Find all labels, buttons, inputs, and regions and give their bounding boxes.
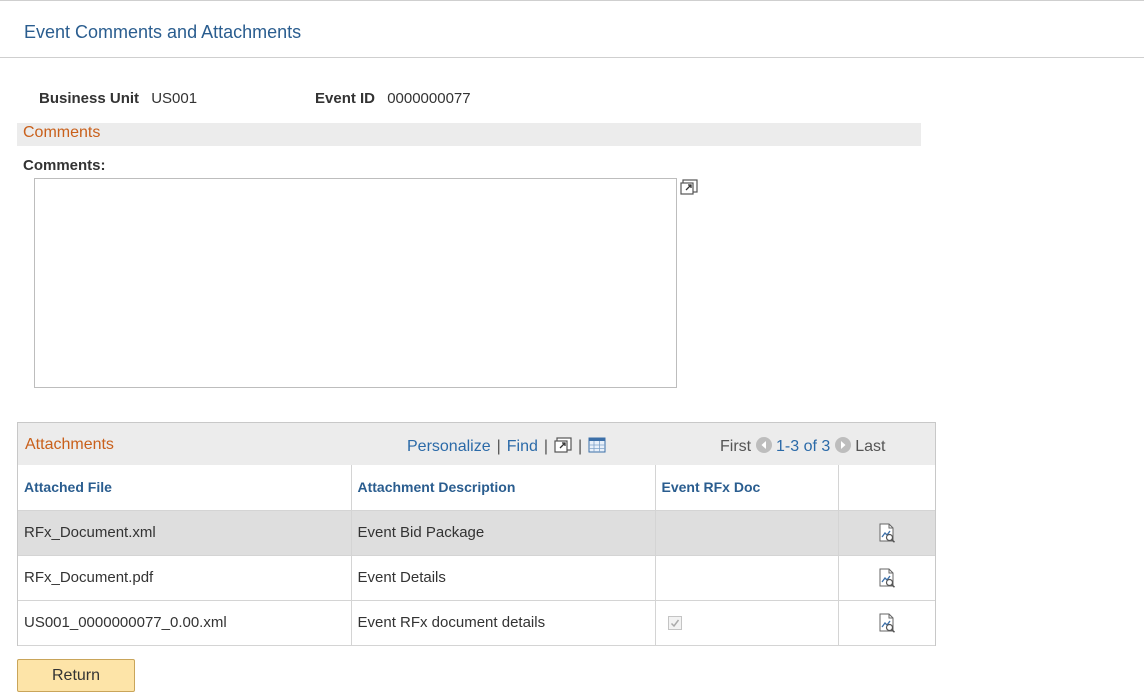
- comments-label: Comments:: [23, 157, 106, 174]
- view-attachment-cell: [838, 555, 935, 601]
- comments-section-title: Comments: [23, 124, 101, 141]
- next-icon[interactable]: [834, 437, 851, 453]
- event-id-label: Event ID: [315, 90, 376, 107]
- last-label: Last: [855, 438, 886, 455]
- view-attachment-cell: [838, 600, 935, 646]
- business-unit-value: US001: [151, 90, 198, 107]
- page-header: Event Comments and Attachments: [0, 0, 1144, 58]
- table-row[interactable]: RFx_Document.xml Event Bid Package: [18, 510, 935, 556]
- view-all-icon[interactable]: [554, 437, 572, 453]
- first-label: First: [720, 438, 752, 455]
- business-unit-field: Business Unit US001: [39, 90, 197, 107]
- personalize-link[interactable]: Personalize: [407, 438, 491, 455]
- table-row[interactable]: RFx_Document.pdf Event Details: [18, 555, 935, 601]
- event-id-field: Event ID 0000000077: [315, 90, 471, 107]
- download-spreadsheet-icon[interactable]: [588, 437, 606, 453]
- view-attachment-icon[interactable]: [878, 523, 896, 543]
- return-button[interactable]: Return: [17, 659, 135, 692]
- event-id-value: 0000000077: [387, 90, 471, 107]
- grid-toolbar: Personalize | Find | |: [407, 437, 606, 456]
- attachment-description-cell: Event RFx document details: [351, 600, 656, 646]
- view-attachment-icon[interactable]: [878, 568, 896, 588]
- attachments-grid-header: Attachments Personalize | Find | | First 1-…: [18, 423, 935, 465]
- attached-file-cell: RFx_Document.pdf: [18, 555, 352, 601]
- attachments-title: Attachments: [25, 436, 114, 453]
- event-rfx-doc-cell: [655, 600, 839, 646]
- find-link[interactable]: Find: [507, 438, 538, 455]
- column-header-attached-file[interactable]: Attached File: [18, 465, 352, 511]
- grid-navigation: First 1-3 of 3 Last: [720, 437, 885, 456]
- business-unit-label: Business Unit: [39, 90, 140, 107]
- attached-file-cell: RFx_Document.xml: [18, 510, 352, 556]
- row-range: 1-3 of 3: [776, 438, 831, 455]
- event-rfx-doc-cell: [655, 555, 839, 601]
- column-header-actions: [838, 465, 935, 511]
- previous-icon[interactable]: [755, 437, 772, 453]
- view-attachment-icon[interactable]: [878, 613, 896, 633]
- event-rfx-doc-checkbox: [667, 616, 682, 631]
- attachment-description-cell: Event Bid Package: [351, 510, 656, 556]
- column-header-event-rfx-doc[interactable]: Event RFx Doc: [655, 465, 839, 511]
- column-header-attachment-description[interactable]: Attachment Description: [351, 465, 656, 511]
- attachment-description-cell: Event Details: [351, 555, 656, 601]
- attached-file-cell: US001_0000000077_0.00.xml: [18, 600, 352, 646]
- table-row[interactable]: US001_0000000077_0.00.xml Event RFx docu…: [18, 600, 935, 646]
- attachments-table: Attached File Attachment Description Eve…: [18, 465, 935, 646]
- comments-section-bar: [17, 123, 921, 146]
- expand-editor-icon[interactable]: [680, 179, 698, 195]
- event-rfx-doc-cell: [655, 510, 839, 556]
- view-attachment-cell: [838, 510, 935, 556]
- page-title: Event Comments and Attachments: [24, 22, 302, 42]
- attachments-grid: Attachments Personalize | Find | | First 1-…: [17, 422, 936, 646]
- comments-textarea[interactable]: [34, 178, 677, 388]
- table-header-row: Attached File Attachment Description Eve…: [18, 465, 935, 511]
